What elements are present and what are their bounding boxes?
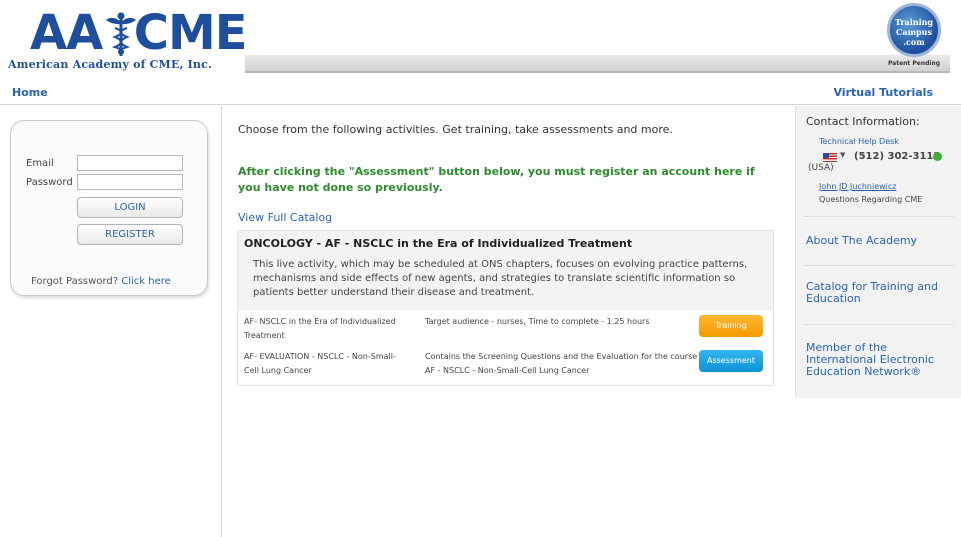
email-input[interactable] xyxy=(77,155,183,171)
sidebar-divider xyxy=(804,216,954,217)
technical-help-desk-link[interactable]: Technical Help Desk xyxy=(819,137,899,146)
forgot-password-link[interactable]: Click here xyxy=(121,276,171,287)
password-input[interactable] xyxy=(77,174,183,190)
activity-name: AF- EVALUATION - NSCLC - Non-Small-Cell … xyxy=(244,352,396,375)
forgot-password-text: Forgot Password? xyxy=(31,276,119,287)
contact-title: Contact Information: xyxy=(806,115,920,128)
sidebar-divider xyxy=(804,324,954,325)
course-title: ONCOLOGY - AF - NSCLC in the Era of Indi… xyxy=(244,237,633,250)
training-campus-badge[interactable]: Training Campus .com Patent Pending xyxy=(881,3,947,69)
activity-info: Target audience - nurses, Time to comple… xyxy=(425,317,650,326)
sidebar-link-about-academy[interactable]: About The Academy xyxy=(806,235,956,247)
login-panel: Email Password LOGIN REGISTER Forgot Pas… xyxy=(10,120,208,296)
activity-info: Contains the Screening Questions and the… xyxy=(425,352,698,375)
phone-line: ▼ (512) 302-3113 (USA) xyxy=(808,151,958,179)
sidebar-divider xyxy=(804,265,954,266)
course-panel: ONCOLOGY - AF - NSCLC in the Era of Indi… xyxy=(237,230,774,386)
login-button[interactable]: LOGIN xyxy=(77,197,183,218)
header-bar xyxy=(245,55,950,73)
phone-number: (512) 302-3113 xyxy=(854,151,941,162)
intro-text: Choose from the following activities. Ge… xyxy=(238,123,673,136)
us-flag-icon[interactable] xyxy=(823,153,837,162)
chevron-down-icon[interactable]: ▼ xyxy=(840,151,845,159)
flag-canton xyxy=(823,153,829,158)
sidebar-link-ieen-member[interactable]: Member of the International Electronic E… xyxy=(806,342,956,378)
phone-country: (USA) xyxy=(808,163,834,173)
training-button[interactable]: Training xyxy=(699,315,763,337)
password-label: Password xyxy=(26,177,73,188)
activity-name: AF- NSCLC in the Era of Individualized T… xyxy=(244,317,396,340)
nav-home-link[interactable]: Home xyxy=(12,86,48,99)
site-header: AA CME American Academy of CME, Inc. Tra… xyxy=(0,0,961,80)
caduceus-icon xyxy=(106,12,136,56)
forgot-password: Forgot Password? Click here xyxy=(31,276,171,287)
left-column-divider xyxy=(221,106,222,537)
aacme-logo[interactable]: AA CME American Academy of CME, Inc. xyxy=(8,6,248,74)
activity-row: AF- NSCLC in the Era of Individualized T… xyxy=(238,312,773,348)
assessment-notice: After clicking the "Assessment" button b… xyxy=(238,165,755,194)
course-activity-list: AF- NSCLC in the Era of Individualized T… xyxy=(238,310,773,385)
assessment-button[interactable]: Assessment xyxy=(699,350,763,372)
logo-wordmark: AA CME xyxy=(30,5,247,61)
nav-virtual-tutorials-link[interactable]: Virtual Tutorials xyxy=(833,86,933,99)
email-label: Email xyxy=(26,158,54,169)
badge-caption: Patent Pending xyxy=(887,60,941,67)
contact-name-link[interactable]: John JD Juchniewicz xyxy=(819,182,896,191)
activity-row: AF- EVALUATION - NSCLC - Non-Small-Cell … xyxy=(238,347,773,383)
questions-label: Questions Regarding CME xyxy=(819,195,923,204)
course-description: This live activity, which may be schedul… xyxy=(253,259,748,298)
phone-status-icon[interactable] xyxy=(933,152,942,161)
right-sidebar: Contact Information: Technical Help Desk… xyxy=(795,106,961,398)
register-button[interactable]: REGISTER xyxy=(77,224,183,245)
sidebar-link-catalog[interactable]: Catalog for Training and Education xyxy=(806,281,956,305)
badge-text: Training Campus .com xyxy=(894,17,934,47)
logo-subtitle: American Academy of CME, Inc. xyxy=(8,58,213,71)
top-nav: Home Virtual Tutorials xyxy=(0,81,961,105)
view-full-catalog-link[interactable]: View Full Catalog xyxy=(238,211,332,224)
